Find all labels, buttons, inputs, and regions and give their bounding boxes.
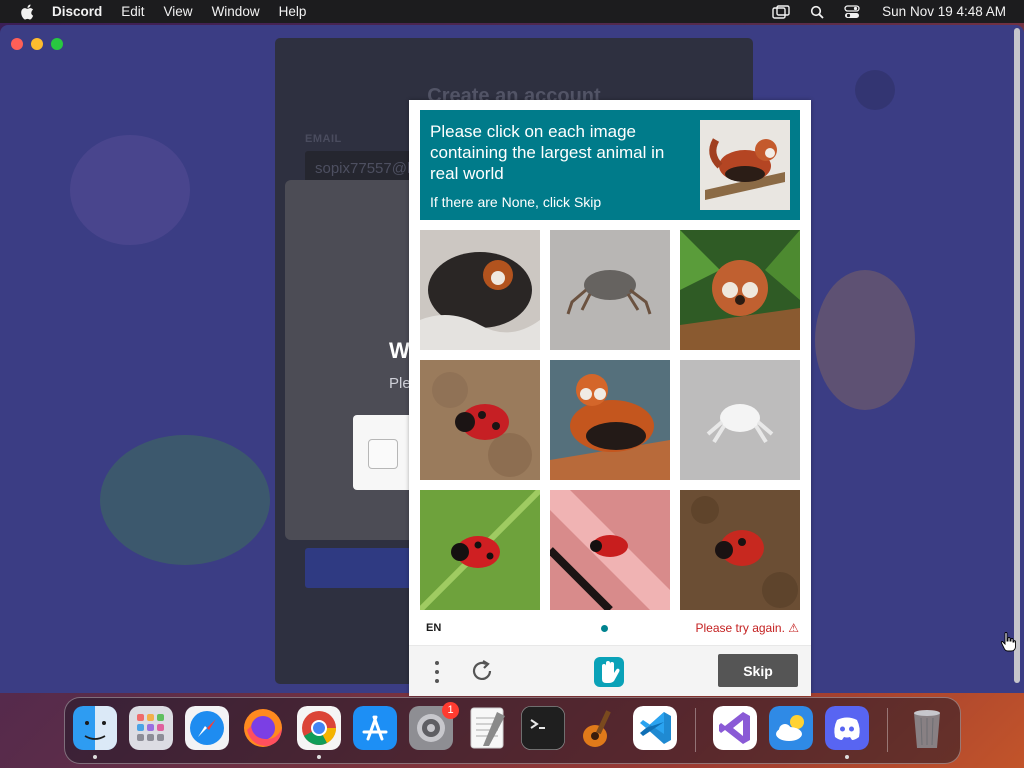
challenge-image-8[interactable] (550, 490, 670, 610)
vscode-icon[interactable] (633, 706, 677, 750)
modal-heading: W (389, 338, 410, 363)
background-illustration-right-top (855, 70, 895, 110)
close-window-button[interactable] (11, 38, 23, 50)
challenge-image-3[interactable] (680, 230, 800, 350)
challenge-image-6[interactable] (680, 360, 800, 480)
textedit-icon[interactable] (465, 706, 509, 750)
more-options-icon[interactable] (431, 659, 443, 685)
modal-subtitle: Ple (389, 375, 411, 392)
background-illustration-left-bottom (100, 435, 270, 565)
chrome-icon[interactable] (297, 706, 341, 750)
system-settings-app[interactable]: 1 (409, 702, 459, 750)
screen-mirroring-icon[interactable] (772, 4, 790, 19)
trash-icon[interactable] (905, 706, 949, 750)
progress-dot (601, 625, 608, 632)
background-illustration-left-top (70, 135, 190, 245)
finder-icon[interactable] (73, 706, 117, 750)
window-scrollbar[interactable] (1011, 25, 1021, 693)
challenge-image-7[interactable] (420, 490, 540, 610)
menu-bar: Discord Edit View Window Help Sun Nov 19… (0, 0, 1024, 23)
hcaptcha-challenge: Please click on each image containing th… (409, 100, 811, 696)
hand-cursor-icon (1000, 632, 1016, 652)
challenge-image-9[interactable] (680, 490, 800, 610)
red-panda-example-image (700, 120, 790, 210)
terminal-icon[interactable] (521, 706, 565, 750)
menu-window[interactable]: Window (212, 4, 260, 19)
minimize-window-button[interactable] (31, 38, 43, 50)
skip-button[interactable]: Skip (718, 654, 798, 687)
chrome-running-dot (317, 755, 321, 759)
visual-studio-icon[interactable] (713, 706, 757, 750)
challenge-image-1[interactable] (420, 230, 540, 350)
hcaptcha-checkbox[interactable] (368, 439, 398, 469)
menu-help[interactable]: Help (279, 4, 307, 19)
email-label: EMAIL (305, 133, 342, 145)
hcaptcha-logo-icon (594, 657, 624, 687)
menu-app-name[interactable]: Discord (52, 4, 102, 19)
menu-clock[interactable]: Sun Nov 19 4:48 AM (882, 4, 1006, 19)
challenge-image-5[interactable] (550, 360, 670, 480)
error-message: Please try again. ⚠ (695, 621, 799, 635)
scrollbar-thumb[interactable] (1014, 28, 1020, 683)
safari-icon[interactable] (185, 706, 229, 750)
spotlight-search-icon[interactable] (810, 5, 824, 19)
refresh-icon[interactable] (469, 658, 495, 684)
challenge-image-4[interactable] (420, 360, 540, 480)
launchpad-icon[interactable] (129, 706, 173, 750)
firefox-icon[interactable] (241, 706, 285, 750)
apple-menu-icon[interactable] (20, 4, 34, 20)
background-illustration-right (815, 270, 915, 410)
discord-icon[interactable] (825, 706, 869, 750)
challenge-header: Please click on each image containing th… (420, 110, 800, 220)
app-store-icon[interactable] (353, 706, 397, 750)
discord-running-dot (845, 755, 849, 759)
challenge-hint: If there are None, click Skip (430, 194, 602, 210)
garageband-icon[interactable] (577, 706, 621, 750)
challenge-image-2[interactable] (550, 230, 670, 350)
challenge-footer: Skip (409, 646, 811, 696)
control-center-icon[interactable] (844, 4, 860, 19)
zoom-window-button[interactable] (51, 38, 63, 50)
notification-badge: 1 (442, 702, 459, 719)
weather-icon[interactable] (769, 706, 813, 750)
challenge-prompt: Please click on each image containing th… (430, 122, 665, 183)
finder-running-dot (93, 755, 97, 759)
menu-view[interactable]: View (164, 4, 193, 19)
dock: 1 (64, 697, 961, 764)
menu-edit[interactable]: Edit (121, 4, 144, 19)
dock-separator-1 (695, 708, 696, 752)
dock-separator-2 (887, 708, 888, 752)
language-selector[interactable]: EN (426, 622, 441, 634)
